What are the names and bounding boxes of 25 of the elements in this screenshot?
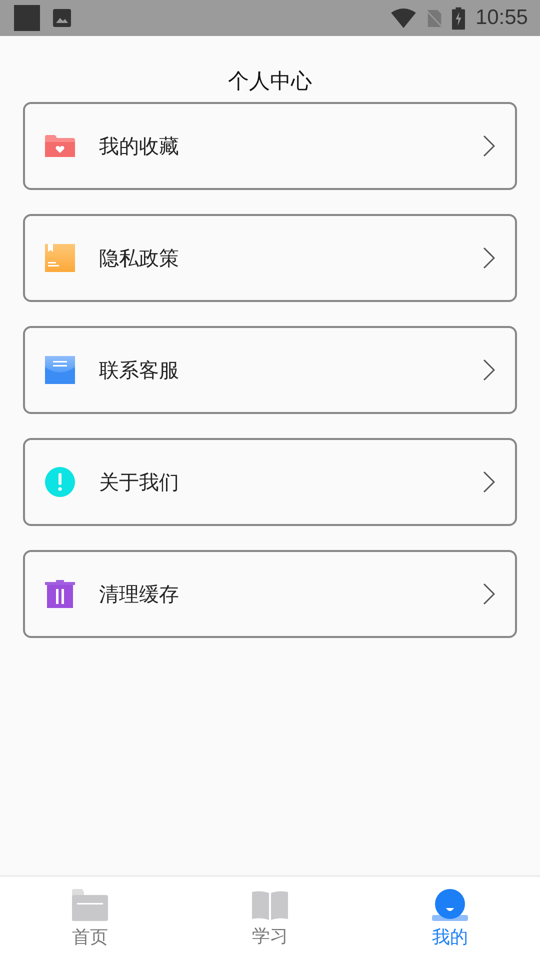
envelope-icon <box>45 356 75 384</box>
document-icon <box>45 244 75 272</box>
menu-item[interactable]: 隐私政策 <box>23 214 517 302</box>
book-icon <box>252 890 288 920</box>
battery-icon <box>452 6 466 30</box>
chevron-right-icon <box>483 583 495 605</box>
image-icon <box>52 8 72 28</box>
folder-icon <box>72 888 108 920</box>
folder-heart-icon <box>45 135 75 157</box>
chevron-right-icon <box>483 471 495 493</box>
menu-item[interactable]: 清理缓存 <box>23 550 517 638</box>
menu-item[interactable]: 联系客服 <box>23 326 517 414</box>
chevron-right-icon <box>483 135 495 157</box>
trash-icon <box>45 580 75 608</box>
chevron-right-icon <box>483 247 495 269</box>
wifi-icon <box>390 8 418 28</box>
menu-item[interactable]: 我的收藏 <box>23 102 517 190</box>
notification-icon <box>14 5 40 31</box>
page-title: 个人中心 <box>227 68 313 95</box>
user-icon <box>432 888 468 920</box>
menu-item[interactable]: 关于我们 <box>23 438 517 526</box>
exclamation-icon <box>45 467 75 497</box>
status-time: 10:55 <box>475 6 528 30</box>
chevron-right-icon <box>483 359 495 381</box>
no-sim-icon <box>425 8 444 28</box>
